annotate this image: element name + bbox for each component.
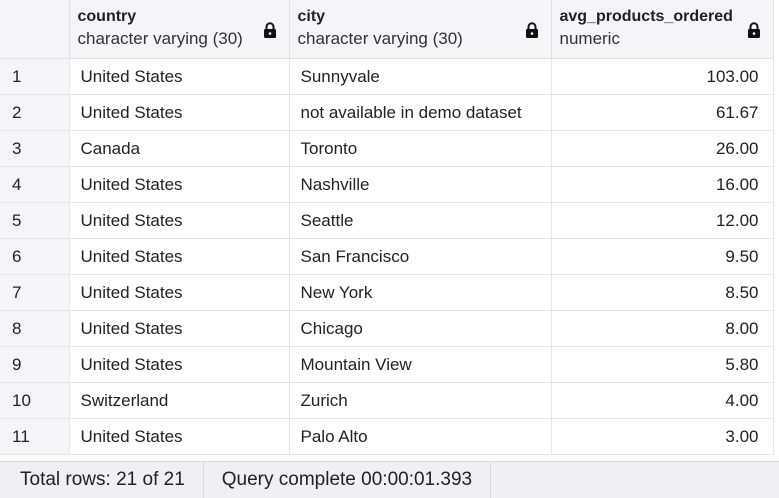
cell-country[interactable]: Canada [69,130,290,167]
cell-country[interactable]: United States [69,202,290,239]
row-number[interactable]: 4 [0,166,70,203]
status-bar: Total rows: 21 of 21 Query complete 00:0… [0,461,779,498]
cell-city[interactable]: Nashville [289,166,552,203]
cell-city[interactable]: Seattle [289,202,552,239]
cell-country[interactable]: Switzerland [69,382,290,419]
row-number[interactable]: 8 [0,310,70,347]
cell-city[interactable]: Mountain View [289,346,552,383]
cell-avg-products-ordered[interactable]: 16.00 [551,166,774,203]
row-number[interactable]: 11 [0,418,70,455]
table-row[interactable]: 6 United States San Francisco 9.50 [0,238,774,275]
cell-avg-products-ordered[interactable]: 4.00 [551,382,774,419]
table-row[interactable]: 3 Canada Toronto 26.00 [0,130,774,167]
row-number[interactable]: 3 [0,130,70,167]
cell-country[interactable]: United States [69,310,290,347]
row-number[interactable]: 9 [0,346,70,383]
cell-avg-products-ordered[interactable]: 61.67 [551,94,774,131]
row-number[interactable]: 10 [0,382,70,419]
column-type: numeric [559,29,620,48]
cell-city[interactable]: New York [289,274,552,311]
row-number[interactable]: 2 [0,94,70,131]
cell-city[interactable]: Chicago [289,310,552,347]
cell-city[interactable]: Zurich [289,382,552,419]
cell-avg-products-ordered[interactable]: 26.00 [551,130,774,167]
row-number[interactable]: 1 [0,58,70,95]
query-complete-text: Query complete 00:00:01.393 [221,469,473,490]
cell-avg-products-ordered[interactable]: 8.00 [551,310,774,347]
cell-city[interactable]: Palo Alto [289,418,552,455]
column-type: character varying (30) [77,29,243,48]
lock-icon [263,22,276,38]
lock-icon [747,22,760,38]
table-row[interactable]: 8 United States Chicago 8.00 [0,310,774,347]
table-row[interactable]: 1 United States Sunnyvale 103.00 [0,58,774,95]
header-row: country character varying (30) city char… [0,0,774,59]
table-row[interactable]: 2 United States not available in demo da… [0,94,774,131]
total-rows-text: Total rows: 21 of 21 [20,469,185,490]
column-name: country [77,8,137,25]
cell-avg-products-ordered[interactable]: 12.00 [551,202,774,239]
cell-city[interactable]: San Francisco [289,238,552,275]
query-status: Query complete 00:00:01.393 [204,462,492,498]
table-row[interactable]: 11 United States Palo Alto 3.00 [0,418,774,455]
cell-city[interactable]: Toronto [289,130,552,167]
cell-city[interactable]: not available in demo dataset [289,94,552,131]
column-header-avg-products-ordered[interactable]: avg_products_ordered numeric [551,0,774,59]
row-number[interactable]: 7 [0,274,70,311]
column-header-city[interactable]: city character varying (30) [289,0,552,59]
cell-country[interactable]: United States [69,346,290,383]
cell-country[interactable]: United States [69,166,290,203]
cell-country[interactable]: United States [69,94,290,131]
column-name: avg_products_ordered [559,8,733,25]
table-row[interactable]: 9 United States Mountain View 5.80 [0,346,774,383]
cell-city[interactable]: Sunnyvale [289,58,552,95]
cell-country[interactable]: United States [69,418,290,455]
cell-avg-products-ordered[interactable]: 103.00 [551,58,774,95]
total-rows-status: Total rows: 21 of 21 [0,462,204,498]
column-name: city [297,8,326,25]
table-row[interactable]: 5 United States Seattle 12.00 [0,202,774,239]
cell-avg-products-ordered[interactable]: 5.80 [551,346,774,383]
results-table: country character varying (30) city char… [0,0,774,455]
row-number[interactable]: 5 [0,202,70,239]
results-grid[interactable]: country character varying (30) city char… [0,0,779,461]
cell-country[interactable]: United States [69,274,290,311]
row-number[interactable]: 6 [0,238,70,275]
table-row[interactable]: 7 United States New York 8.50 [0,274,774,311]
cell-avg-products-ordered[interactable]: 9.50 [551,238,774,275]
row-number-header[interactable] [0,0,70,59]
cell-avg-products-ordered[interactable]: 3.00 [551,418,774,455]
column-header-country[interactable]: country character varying (30) [69,0,290,59]
column-type: character varying (30) [297,29,463,48]
lock-icon [525,22,538,38]
cell-country[interactable]: United States [69,238,290,275]
cell-country[interactable]: United States [69,58,290,95]
cell-avg-products-ordered[interactable]: 8.50 [551,274,774,311]
table-row[interactable]: 10 Switzerland Zurich 4.00 [0,382,774,419]
table-row[interactable]: 4 United States Nashville 16.00 [0,166,774,203]
